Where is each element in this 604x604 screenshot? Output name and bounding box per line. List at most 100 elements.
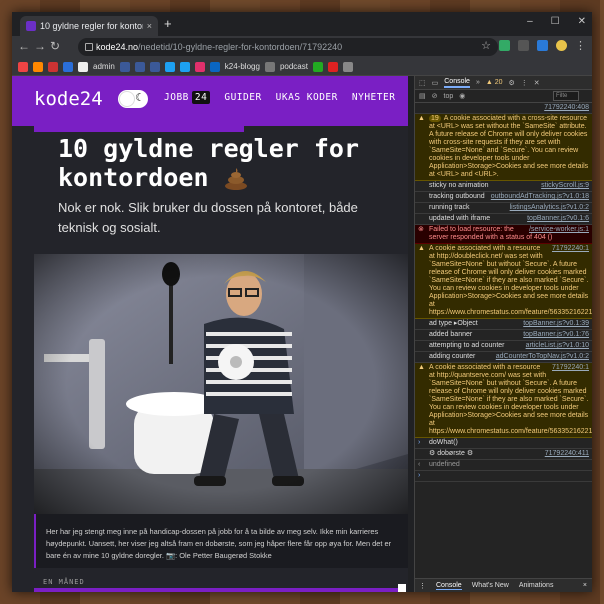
repeat-count-badge: 19 xyxy=(429,115,441,122)
nav-nyheter[interactable]: NYHETER xyxy=(352,92,396,103)
bookmark-icon[interactable] xyxy=(342,61,353,72)
address-bar[interactable]: kode24.no/nedetid/10-gyldne-regler-for-k… xyxy=(78,38,498,56)
drawer-tab-animations[interactable]: Animations xyxy=(519,582,554,589)
bottom-accent-bar xyxy=(34,588,400,592)
console-source-link[interactable]: stickyScroll.js:9 xyxy=(541,182,589,190)
facebook-icon[interactable] xyxy=(149,61,160,72)
facebook-icon[interactable] xyxy=(119,61,130,72)
site-logo[interactable]: kode24 xyxy=(34,88,103,110)
error-icon: ⊗ xyxy=(418,226,424,233)
scroll-marker xyxy=(398,584,406,592)
drawer-tab-console[interactable]: Console xyxy=(436,582,462,590)
output-text: dobørste xyxy=(437,450,465,457)
console-source-link[interactable]: articleList.js?v1.0:10 xyxy=(526,342,589,350)
jobb-count-badge: 24 xyxy=(191,91,211,104)
nav-jobb[interactable]: JOBB 24 xyxy=(164,91,211,104)
devtools-settings-icon[interactable]: ⚙ xyxy=(509,79,515,87)
context-select[interactable]: top xyxy=(444,93,454,100)
result-text: undefined xyxy=(429,461,460,468)
console-source-link[interactable]: topBanner.js?v0.1:76 xyxy=(523,331,589,339)
inspect-element-icon[interactable]: ⬚ xyxy=(419,79,426,87)
input-command: doWhat() xyxy=(429,439,458,446)
device-toolbar-icon[interactable]: ▭ xyxy=(432,79,439,87)
console-prompt[interactable]: › xyxy=(415,471,592,482)
dark-mode-toggle[interactable]: ☾ xyxy=(118,90,148,108)
devtools-menu-icon[interactable]: ⋮ xyxy=(521,79,528,87)
new-tab-button[interactable]: + xyxy=(164,16,172,31)
console-source-link[interactable]: topBanner.js?v0.1:6 xyxy=(527,215,589,223)
extension-icon[interactable] xyxy=(537,40,548,51)
console-source-link[interactable]: outboundAdTracking.js?v1.0:18 xyxy=(491,193,589,201)
console-message: ▲ 71792240:1 A cookie associated with a re… xyxy=(415,244,592,319)
console-message: updated with iframe topBanner.js?v0.1:6 xyxy=(415,214,592,225)
drawer-close-icon[interactable]: × xyxy=(583,582,587,589)
photo-caption: Her har jeg stengt meg inne på handicap-… xyxy=(34,514,408,568)
close-window-icon[interactable]: ✕ xyxy=(578,16,586,27)
nav-jobb-label: JOBB xyxy=(164,92,189,103)
maximize-icon[interactable]: ☐ xyxy=(551,16,560,27)
poop-emoji-icon xyxy=(224,168,247,190)
web-page: kode24 ☾ JOBB 24 GUIDER UKAS KODER NYHETE… xyxy=(12,76,408,592)
bookmark-icon[interactable] xyxy=(264,61,275,72)
console-input-echo: › doWhat() xyxy=(415,438,592,449)
bookmark-k24-blogg[interactable]: k24-blogg xyxy=(225,62,260,71)
article-photo xyxy=(34,254,408,514)
console-message: sticky no animation stickyScroll.js:9 xyxy=(415,181,592,192)
more-tabs-button[interactable]: » xyxy=(476,79,480,86)
nav-ukas-koder[interactable]: UKAS KODER xyxy=(276,92,338,103)
drawer-tab-whats-new[interactable]: What's New xyxy=(472,582,509,589)
console-message: attempting to ad counter articleList.js?v… xyxy=(415,341,592,352)
warning-count-badge[interactable]: ▲ 20 xyxy=(486,79,503,86)
console-message-text: sticky no animation xyxy=(429,182,489,189)
devtools-close-icon[interactable]: ✕ xyxy=(534,79,540,87)
drawer-tabbar: ⋮ Console What's New Animations × xyxy=(415,578,592,592)
console-source-link[interactable]: 71792240:1 xyxy=(552,364,589,372)
bookmark-icon[interactable] xyxy=(327,61,338,72)
bookmark-icon[interactable] xyxy=(63,61,73,72)
profile-avatar-icon[interactable] xyxy=(556,40,567,51)
nav-guider[interactable]: GUIDER xyxy=(224,92,261,103)
console-source-link[interactable]: adCounterToTopNav.js?v1.0:2 xyxy=(496,353,589,361)
console-output: ⚙ dobørste ⚙ 71792240:411 xyxy=(415,449,592,460)
extension-icon[interactable] xyxy=(518,40,529,51)
tab-active[interactable]: 10 gyldne regler for kontordoen × xyxy=(20,16,158,36)
console-source-link[interactable]: topBanner.js?v0.1:39 xyxy=(523,320,589,328)
linkedin-icon[interactable] xyxy=(209,61,220,72)
console-message-text: ad type ▸Object xyxy=(429,320,478,327)
bookmark-icon[interactable] xyxy=(48,61,58,72)
tab-console[interactable]: Console xyxy=(444,78,470,88)
bookmark-icon[interactable] xyxy=(78,61,88,72)
filter-input[interactable]: Filte xyxy=(553,91,579,101)
sidebar-toggle-icon[interactable]: ▤ xyxy=(419,92,426,100)
bookmark-icon[interactable] xyxy=(33,61,43,72)
forward-icon[interactable]: → xyxy=(34,39,46,53)
back-icon[interactable]: ← xyxy=(18,39,30,53)
tab-close-icon[interactable]: × xyxy=(147,21,152,31)
reload-icon[interactable]: ↻ xyxy=(50,39,60,53)
bookmark-icon[interactable] xyxy=(312,61,323,72)
bookmark-icon[interactable] xyxy=(18,61,28,72)
bookmark-admin[interactable]: admin xyxy=(93,62,115,71)
console-source-link[interactable]: listingsAnalytics.js?v1.0:2 xyxy=(510,204,589,212)
drawer-menu-icon[interactable]: ⋮ xyxy=(419,582,426,590)
minimize-icon[interactable]: – xyxy=(527,16,533,27)
instagram-icon[interactable] xyxy=(194,61,205,72)
devtools-panel: ⬚ ▭ Console » ▲ 20 ⚙ ⋮ ✕ ▤ ⊘ top ◉ Filte… xyxy=(414,76,592,592)
console-source-link[interactable]: /service-worker.js:1 xyxy=(529,226,589,234)
twitter-icon[interactable] xyxy=(179,61,190,72)
bookmark-star-icon[interactable]: ☆ xyxy=(481,39,491,52)
facebook-icon[interactable] xyxy=(134,61,145,72)
twitter-icon[interactable] xyxy=(164,61,175,72)
eye-icon[interactable]: ◉ xyxy=(459,92,465,100)
menu-icon[interactable]: ⋮ xyxy=(575,39,586,52)
bookmark-podcast[interactable]: podcast xyxy=(280,62,308,71)
console-source-link[interactable]: 71792240:1 xyxy=(552,245,589,253)
article-lead: Nok er nok. Slik bruker du dossen på kon… xyxy=(58,200,358,235)
console-source-link[interactable]: 71792240:408 xyxy=(415,103,592,114)
extension-icon[interactable] xyxy=(499,40,510,51)
caption-credit: 📷: Ole Petter Baugerød Stokke xyxy=(165,551,272,560)
console-message: ▲ 19 A cookie associated with a cross-site… xyxy=(415,114,592,181)
clear-console-icon[interactable]: ⊘ xyxy=(432,92,438,100)
console-message: tracking outbound outboundAdTracking.js?v… xyxy=(415,192,592,203)
output-source-link[interactable]: 71792240:411 xyxy=(545,450,589,458)
